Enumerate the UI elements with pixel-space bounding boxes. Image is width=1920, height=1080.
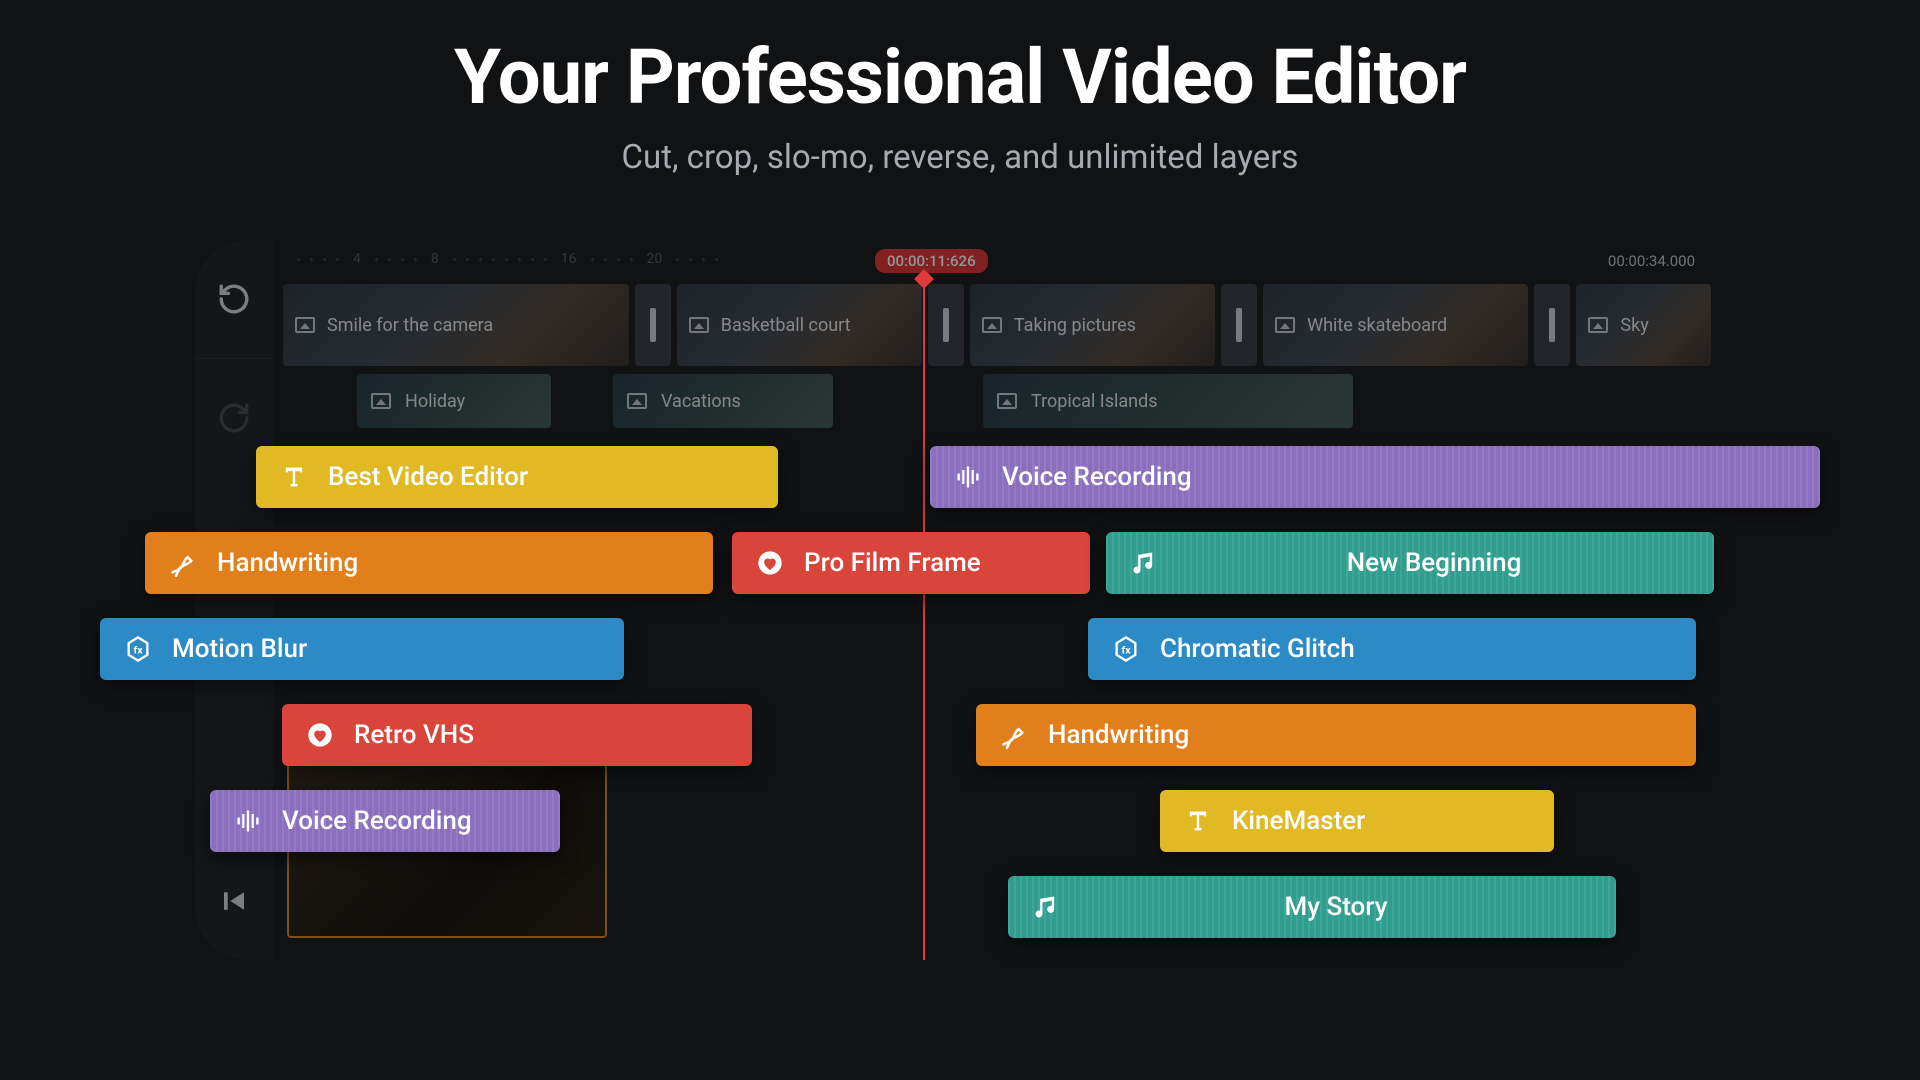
layer-music[interactable]: My Story (1008, 876, 1616, 938)
transition-handle[interactable] (1534, 284, 1570, 366)
playhead-timestamp: 00:00:11:626 (875, 249, 988, 273)
waveform-icon (234, 807, 262, 835)
media-clip[interactable]: Taking pictures (970, 284, 1215, 366)
layer-music[interactable]: New Beginning (1106, 532, 1714, 594)
clip-label: White skateboard (1307, 315, 1447, 336)
transition-handle[interactable] (635, 284, 671, 366)
layer-label: Chromatic Glitch (1160, 634, 1355, 664)
heart-icon (756, 549, 784, 577)
fx-icon: fx (124, 635, 152, 663)
text-icon (280, 463, 308, 491)
ruler-mark: 16 (561, 251, 577, 267)
media-clip[interactable]: White skateboard (1263, 284, 1528, 366)
layer-handwriting[interactable]: Handwriting (145, 532, 713, 594)
pen-icon (1000, 721, 1028, 749)
transition-handle[interactable] (1221, 284, 1257, 366)
ruler-mark: 8 (431, 251, 439, 267)
layer-sticker[interactable]: Pro Film Frame (732, 532, 1090, 594)
layer-label: Voice Recording (282, 806, 472, 836)
layer-audio[interactable]: Voice Recording (210, 790, 560, 852)
overlay-label: Holiday (405, 391, 465, 412)
layer-label: Pro Film Frame (804, 548, 981, 578)
total-duration: 00:00:34.000 (1608, 252, 1695, 270)
overlay-clip[interactable]: Holiday (357, 374, 551, 428)
hero-title: Your Professional Video Editor (0, 0, 1920, 122)
image-icon (689, 317, 709, 333)
media-clip[interactable]: Sky (1576, 284, 1711, 366)
media-clip[interactable]: Smile for the camera (283, 284, 629, 366)
clip-label: Basketball court (721, 315, 851, 336)
image-icon (295, 317, 315, 333)
image-icon (371, 393, 391, 409)
image-icon (1275, 317, 1295, 333)
layer-text[interactable]: Best Video Editor (256, 446, 778, 508)
layer-label: Best Video Editor (328, 462, 528, 492)
layer-label: New Beginning (1178, 548, 1690, 578)
layer-effect[interactable]: fx Motion Blur (100, 618, 624, 680)
layer-effect[interactable]: fx Chromatic Glitch (1088, 618, 1696, 680)
overlay-clip[interactable]: Tropical Islands (983, 374, 1353, 428)
svg-text:fx: fx (133, 644, 143, 657)
overlay-track[interactable]: Holiday Vacations Tropical Islands (283, 374, 1711, 428)
pen-icon (169, 549, 197, 577)
layer-label: Handwriting (1048, 720, 1189, 750)
overlay-clip[interactable]: Vacations (613, 374, 833, 428)
undo-button[interactable] (195, 240, 273, 358)
media-track[interactable]: Smile for the camera Basketball court Ta… (283, 284, 1711, 366)
overlay-label: Tropical Islands (1031, 391, 1158, 412)
jump-to-start-button[interactable] (195, 842, 273, 960)
transition-handle[interactable] (928, 284, 964, 366)
waveform-icon (954, 463, 982, 491)
layer-label: Voice Recording (1002, 462, 1192, 492)
layer-handwriting[interactable]: Handwriting (976, 704, 1696, 766)
side-toolbar (195, 240, 273, 960)
hero-subtitle: Cut, crop, slo-mo, reverse, and unlimite… (0, 138, 1920, 177)
layer-sticker[interactable]: Retro VHS (282, 704, 752, 766)
layer-label: Motion Blur (172, 634, 307, 664)
svg-text:fx: fx (1121, 644, 1131, 657)
ruler-mark: 20 (647, 251, 663, 267)
image-icon (982, 317, 1002, 333)
music-icon (1032, 893, 1060, 921)
layer-text[interactable]: KineMaster (1160, 790, 1554, 852)
image-icon (1588, 317, 1608, 333)
media-clip[interactable]: Basketball court (677, 284, 922, 366)
clip-label: Sky (1620, 315, 1648, 336)
layer-label: My Story (1080, 892, 1592, 922)
timeline-ruler[interactable]: 4 8 16 20 (273, 240, 1725, 278)
fx-icon: fx (1112, 635, 1140, 663)
image-icon (627, 393, 647, 409)
overlay-label: Vacations (661, 391, 741, 412)
device-frame: 4 8 16 20 00:00:11:626 00:00:34.000 Smil… (195, 240, 1725, 960)
ruler-mark: 4 (353, 251, 361, 267)
music-icon (1130, 549, 1158, 577)
image-icon (997, 393, 1017, 409)
clip-label: Smile for the camera (327, 315, 493, 336)
layer-audio[interactable]: Voice Recording (930, 446, 1820, 508)
layer-label: KineMaster (1232, 806, 1365, 836)
heart-icon (306, 721, 334, 749)
layer-label: Handwriting (217, 548, 358, 578)
layer-label: Retro VHS (354, 720, 474, 750)
text-icon (1184, 807, 1212, 835)
clip-label: Taking pictures (1014, 315, 1136, 336)
playhead[interactable] (923, 278, 925, 960)
